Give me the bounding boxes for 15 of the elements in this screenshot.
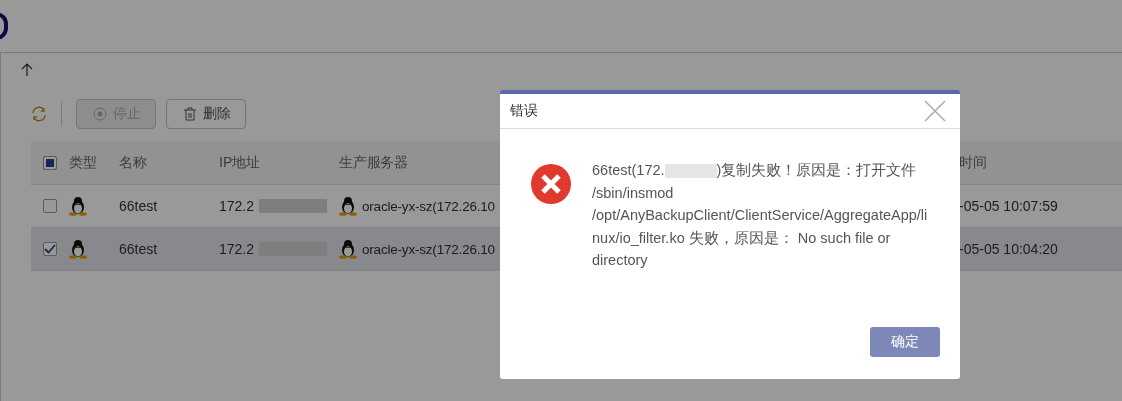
error-message: 66test(172. )复制失败！原因是：打开文件 /sbin/insmod /opt/AnyBackupClient/ClientService/AggregateApp/linux/io_filter.ko 失败，原因是： No such file or directory	[592, 161, 929, 270]
table-cell: -05-05 10:04:20	[959, 241, 1058, 257]
column-header: 名称	[119, 153, 147, 172]
table-cell: oracle-yx-sz(172.26.10	[362, 198, 495, 214]
table-cell: 66test	[119, 198, 158, 214]
table-cell: 172.2	[219, 241, 255, 257]
table-cell: oracle-yx-sz(172.26.10	[362, 241, 495, 257]
table-cell: -05-05 10:07:59	[959, 198, 1058, 214]
column-header: 生产服务器	[339, 153, 408, 172]
table-cell: 66test	[119, 241, 158, 257]
column-header: 时间	[959, 153, 987, 172]
column-header: IP地址	[219, 153, 261, 172]
column-header: 类型	[69, 153, 97, 172]
table-cell: 172.2	[219, 198, 255, 214]
dialog-title: 错误	[510, 102, 538, 120]
